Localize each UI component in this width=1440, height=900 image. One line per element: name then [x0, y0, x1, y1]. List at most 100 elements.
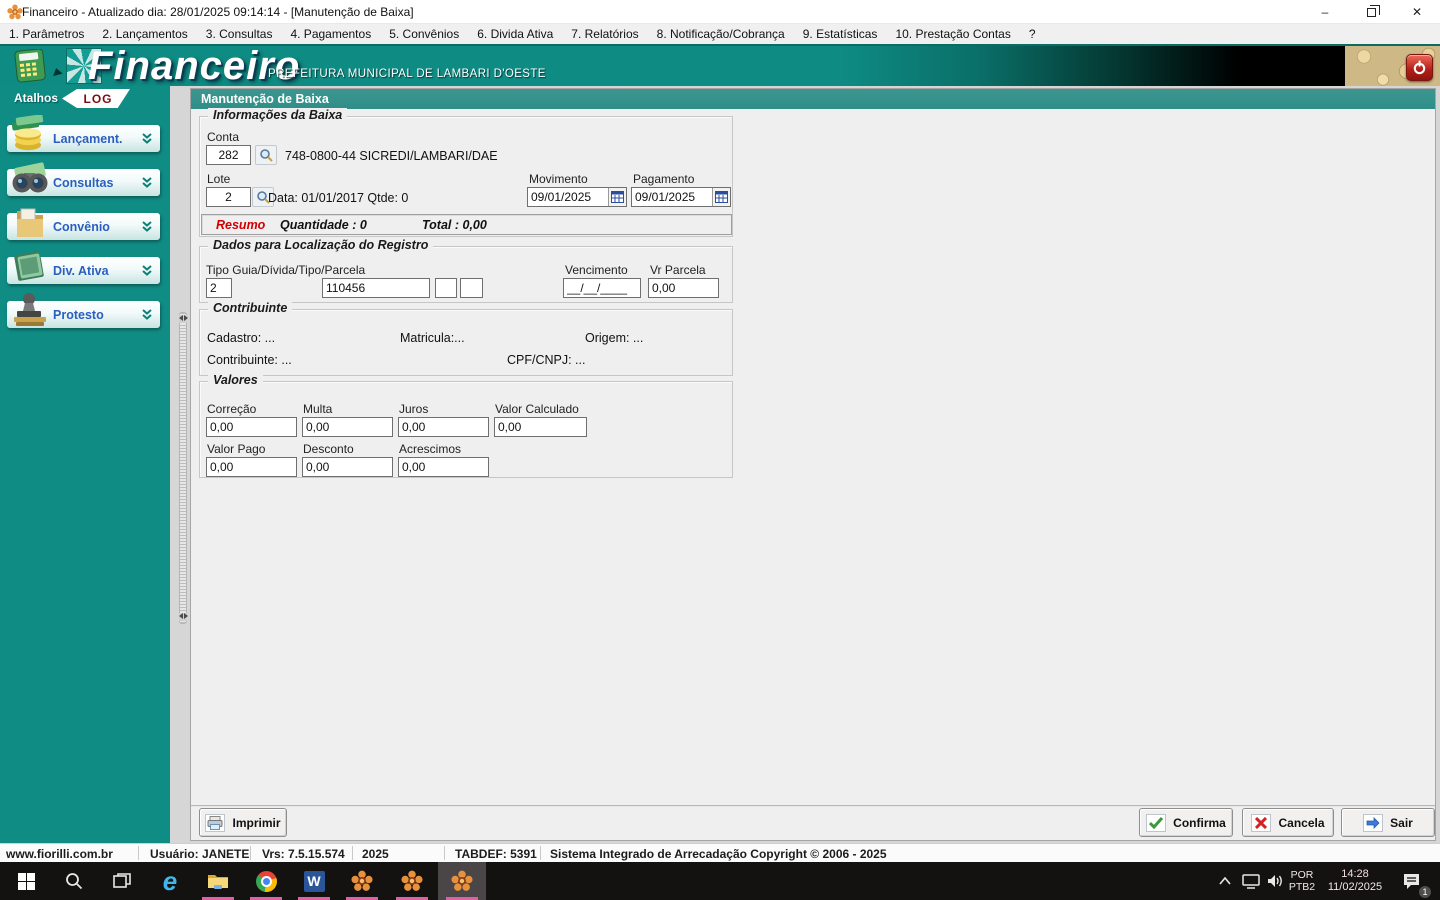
- tray-clock[interactable]: 14:28 11/02/2025: [1322, 862, 1388, 900]
- tipo-parcela-input[interactable]: [435, 278, 457, 298]
- menu-convenios[interactable]: 5. Convênios: [380, 24, 468, 44]
- chevron-double-down-icon[interactable]: [140, 175, 154, 189]
- correcao-input[interactable]: [206, 417, 297, 437]
- start-button[interactable]: [2, 862, 50, 900]
- menu-help[interactable]: ?: [1020, 24, 1045, 44]
- conta-search-button[interactable]: [255, 145, 277, 165]
- taskbar-internet-explorer[interactable]: e: [146, 862, 194, 900]
- book-icon: [9, 247, 51, 285]
- log-badge[interactable]: LOG: [62, 89, 130, 108]
- chevron-double-down-icon[interactable]: [140, 263, 154, 277]
- sidebar-splitter[interactable]: [179, 312, 187, 624]
- chevron-double-down-icon[interactable]: [140, 131, 154, 145]
- menu-notificacao-cobranca[interactable]: 8. Notificação/Cobrança: [648, 24, 794, 44]
- app-logo: Financeiro: [88, 44, 300, 89]
- menu-estatisticas[interactable]: 9. Estatísticas: [794, 24, 887, 44]
- menu-divida-ativa[interactable]: 6. Divida Ativa: [468, 24, 562, 44]
- taskbar-fiorilli-app-2[interactable]: [388, 862, 436, 900]
- window-titlebar: Financeiro - Atualizado dia: 28/01/2025 …: [0, 0, 1440, 24]
- tray-network-button[interactable]: [1238, 862, 1264, 900]
- task-view-button[interactable]: [98, 862, 146, 900]
- exit-arrow-icon: [1363, 814, 1383, 832]
- log-badge-label: LOG: [84, 92, 113, 106]
- movimento-input[interactable]: [528, 188, 608, 206]
- magnifier-icon: [259, 148, 273, 162]
- taskbar-word[interactable]: W: [290, 862, 338, 900]
- fiorilli-flower-icon: [451, 870, 473, 892]
- sidebar-item-lancamento[interactable]: Lançament.: [7, 125, 160, 152]
- valor-pago-input[interactable]: [206, 457, 297, 477]
- calculator-icon[interactable]: [12, 49, 50, 83]
- pagamento-calendar-button[interactable]: [712, 188, 730, 206]
- multa-input[interactable]: [302, 417, 393, 437]
- vencimento-input[interactable]: [563, 278, 641, 298]
- sidebar-item-convenio[interactable]: Convênio: [7, 213, 160, 240]
- splitter-arrows-icon[interactable]: [179, 613, 187, 621]
- resumo-total: Total : 0,00: [422, 218, 487, 232]
- confirma-button[interactable]: Confirma: [1139, 808, 1233, 837]
- juros-input[interactable]: [398, 417, 489, 437]
- multa-label: Multa: [303, 402, 332, 416]
- movimento-calendar-button[interactable]: [608, 188, 626, 206]
- status-site[interactable]: www.fiorilli.com.br: [6, 847, 113, 861]
- taskbar-file-explorer[interactable]: [194, 862, 242, 900]
- chevron-double-down-icon[interactable]: [140, 219, 154, 233]
- sidebar-item-divida-ativa[interactable]: Div. Ativa: [7, 257, 160, 284]
- clock-date: 11/02/2025: [1328, 881, 1382, 894]
- sidebar-item-consultas[interactable]: Consultas: [7, 169, 160, 196]
- groupbox-informacoes-baixa: Informações da Baixa Conta 748-0800-44 S…: [199, 116, 733, 237]
- juros-label: Juros: [399, 402, 428, 416]
- taskbar-fiorilli-app-active[interactable]: [438, 862, 486, 900]
- restore-button[interactable]: [1348, 0, 1394, 24]
- conta-input[interactable]: [206, 145, 251, 165]
- imprimir-button[interactable]: Imprimir: [199, 808, 287, 837]
- cancela-button[interactable]: Cancela: [1242, 808, 1334, 837]
- tipo-input[interactable]: [206, 278, 232, 298]
- lote-input[interactable]: [206, 187, 251, 207]
- status-tabdef: TABDEF: 5391: [455, 847, 537, 861]
- menu-lancamentos[interactable]: 2. Lançamentos: [93, 24, 196, 44]
- collapse-arrow-icon[interactable]: [51, 67, 62, 76]
- x-icon: [1251, 814, 1271, 832]
- chevron-double-down-icon[interactable]: [140, 307, 154, 321]
- resumo-quantidade: Quantidade : 0: [280, 218, 367, 232]
- close-button[interactable]: ✕: [1394, 0, 1440, 24]
- menu-consultas[interactable]: 3. Consultas: [197, 24, 282, 44]
- tray-chevron-button[interactable]: [1212, 862, 1238, 900]
- taskbar-chrome[interactable]: [242, 862, 290, 900]
- fiorilli-flower-icon: [7, 4, 23, 20]
- menu-prestacao-contas[interactable]: 10. Prestação Contas: [886, 24, 1019, 44]
- windows-icon: [18, 873, 35, 890]
- check-icon: [1146, 814, 1166, 832]
- taskbar-fiorilli-app-1[interactable]: [338, 862, 386, 900]
- parcela-input[interactable]: [460, 278, 483, 298]
- keyboard-layout: PTB2: [1289, 881, 1315, 893]
- pagamento-input[interactable]: [632, 188, 712, 206]
- contribuinte-value: Contribuinte: ...: [207, 353, 292, 367]
- menu-relatorios[interactable]: 7. Relatórios: [562, 24, 647, 44]
- vr-parcela-input[interactable]: [648, 278, 719, 298]
- sidebar-item-label: Consultas: [53, 176, 113, 190]
- sair-button[interactable]: Sair: [1341, 808, 1435, 837]
- taskbar-search-button[interactable]: [50, 862, 98, 900]
- valor-calculado-input[interactable]: [494, 417, 587, 437]
- notification-center-button[interactable]: 1: [1394, 862, 1428, 900]
- resumo-bar: Resumo Quantidade : 0 Total : 0,00: [201, 214, 732, 235]
- movimento-label: Movimento: [529, 172, 588, 186]
- menubar: 1. Parâmetros 2. Lançamentos 3. Consulta…: [0, 24, 1440, 44]
- sidebar-item-protesto[interactable]: Protesto: [7, 301, 160, 328]
- menu-pagamentos[interactable]: 4. Pagamentos: [281, 24, 380, 44]
- menu-parametros[interactable]: 1. Parâmetros: [0, 24, 93, 44]
- sair-label: Sair: [1390, 816, 1413, 830]
- guia-input[interactable]: [322, 278, 430, 298]
- tray-language-button[interactable]: POR PTB2: [1283, 862, 1321, 900]
- calendar-icon: [715, 191, 728, 203]
- desconto-label: Desconto: [303, 442, 354, 456]
- stamp-icon: [9, 291, 51, 329]
- sidebar: Atalhos LOG Lançament.: [0, 86, 170, 843]
- logout-power-button[interactable]: [1406, 54, 1433, 81]
- splitter-arrows-icon[interactable]: [179, 315, 187, 323]
- acrescimos-input[interactable]: [398, 457, 489, 477]
- minimize-button[interactable]: –: [1302, 0, 1348, 24]
- desconto-input[interactable]: [302, 457, 393, 477]
